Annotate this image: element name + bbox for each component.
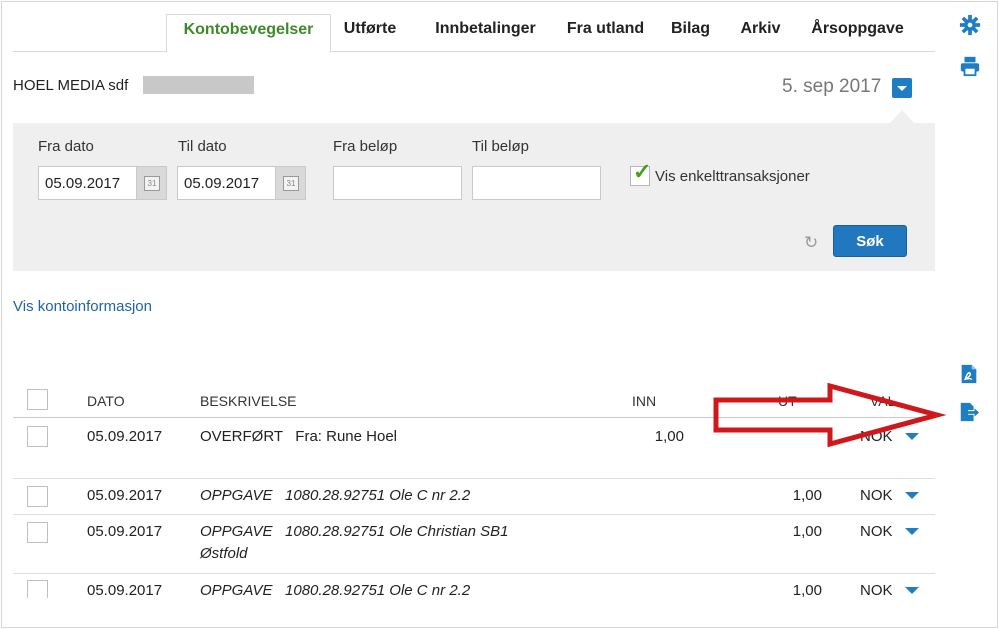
til-belop-input[interactable]	[472, 166, 601, 200]
row-currency[interactable]: NOK	[860, 582, 893, 599]
row-description: OPPGAVE 1080.28.92751 Ole C nr 2.2	[200, 487, 471, 504]
fra-belop-input[interactable]	[333, 166, 462, 200]
row-divider	[13, 478, 935, 479]
tab-bilag[interactable]: Bilag	[663, 14, 718, 52]
fra-belop-label: Fra beløp	[333, 138, 398, 155]
printer-icon[interactable]	[959, 55, 981, 77]
vis-kontoinformasjon-link[interactable]: Vis kontoinformasjon	[13, 298, 152, 315]
row-divider	[13, 573, 935, 574]
row-description: OPPGAVE 1080.28.92751 Ole C nr 2.2	[200, 582, 471, 599]
annotation-arrow	[713, 382, 947, 448]
tab-fra-utland[interactable]: Fra utland	[558, 14, 653, 52]
tab-utforte[interactable]: Utførte	[335, 14, 405, 52]
chevron-down-icon[interactable]	[905, 492, 919, 499]
fra-dato-label: Fra dato	[38, 138, 94, 155]
account-name: HOEL MEDIA sdf	[13, 77, 129, 94]
chevron-down-icon[interactable]	[905, 587, 919, 594]
date-dropdown-button[interactable]	[892, 78, 912, 98]
pdf-export-icon[interactable]	[958, 363, 980, 385]
chevron-down-icon	[897, 86, 907, 91]
til-belop-label: Til beløp	[472, 138, 529, 155]
row-checkbox[interactable]	[27, 522, 48, 543]
tab-arsoppgave[interactable]: Årsoppgave	[805, 14, 910, 52]
row-checkbox[interactable]	[27, 486, 48, 507]
tab-innbetalinger[interactable]: Innbetalinger	[423, 14, 548, 52]
tab-arkiv[interactable]: Arkiv	[733, 14, 788, 52]
file-export-icon[interactable]	[958, 401, 980, 423]
row-amount-inn: 1,00	[654, 428, 684, 445]
filter-panel-notch	[890, 110, 914, 123]
row-date: 05.09.2017	[87, 428, 163, 445]
row-currency[interactable]: NOK	[860, 487, 893, 504]
vis-enkelttransaksjoner-label[interactable]: Vis enkelttransaksjoner	[655, 168, 810, 185]
search-button[interactable]: Søk	[833, 225, 907, 257]
til-dato-label: Til dato	[178, 138, 227, 155]
til-dato-input[interactable]	[177, 166, 276, 200]
row-date: 05.09.2017	[87, 582, 163, 599]
select-all-checkbox[interactable]	[27, 389, 48, 410]
redacted-account-number	[143, 76, 254, 94]
current-date: 5. sep 2017	[782, 76, 882, 97]
gear-icon[interactable]	[959, 14, 981, 36]
fra-dato-input[interactable]	[38, 166, 137, 200]
row-checkbox[interactable]	[27, 426, 48, 447]
tab-kontobevegelser[interactable]: Kontobevegelser	[166, 14, 331, 53]
calendar-icon: 31	[283, 176, 299, 191]
row-amount-ut: 1,00	[792, 523, 822, 540]
row-date: 05.09.2017	[87, 523, 163, 540]
filter-panel: Fra dato Til dato Fra beløp Til beløp 31…	[13, 123, 935, 271]
column-header-beskrivelse[interactable]: BESKRIVELSE	[200, 393, 297, 409]
reset-icon[interactable]: ↻	[804, 233, 818, 253]
row-date: 05.09.2017	[87, 487, 163, 504]
row-description: OPPGAVE 1080.28.92751 Ole Christian SB1 …	[200, 523, 513, 562]
fra-dato-calendar-button[interactable]: 31	[137, 166, 167, 200]
row-description: OVERFØRT Fra: Rune Hoel	[200, 428, 398, 445]
calendar-icon: 31	[144, 176, 160, 191]
til-dato-calendar-button[interactable]: 31	[276, 166, 306, 200]
tab-bar: Kontobevegelser Utførte Innbetalinger Fr…	[13, 6, 935, 53]
row-amount-ut: 1,00	[792, 487, 822, 504]
row-currency[interactable]: NOK	[860, 523, 893, 540]
checkmark-icon: ✓	[633, 159, 652, 184]
column-header-inn[interactable]: INN	[632, 393, 656, 409]
chevron-down-icon[interactable]	[905, 528, 919, 535]
row-checkbox[interactable]	[27, 580, 48, 598]
column-header-dato[interactable]: DATO	[87, 393, 125, 409]
row-divider	[13, 514, 935, 515]
row-amount-ut: 1,00	[792, 582, 822, 599]
vis-enkelttransaksjoner-checkbox[interactable]: ✓	[630, 159, 651, 186]
